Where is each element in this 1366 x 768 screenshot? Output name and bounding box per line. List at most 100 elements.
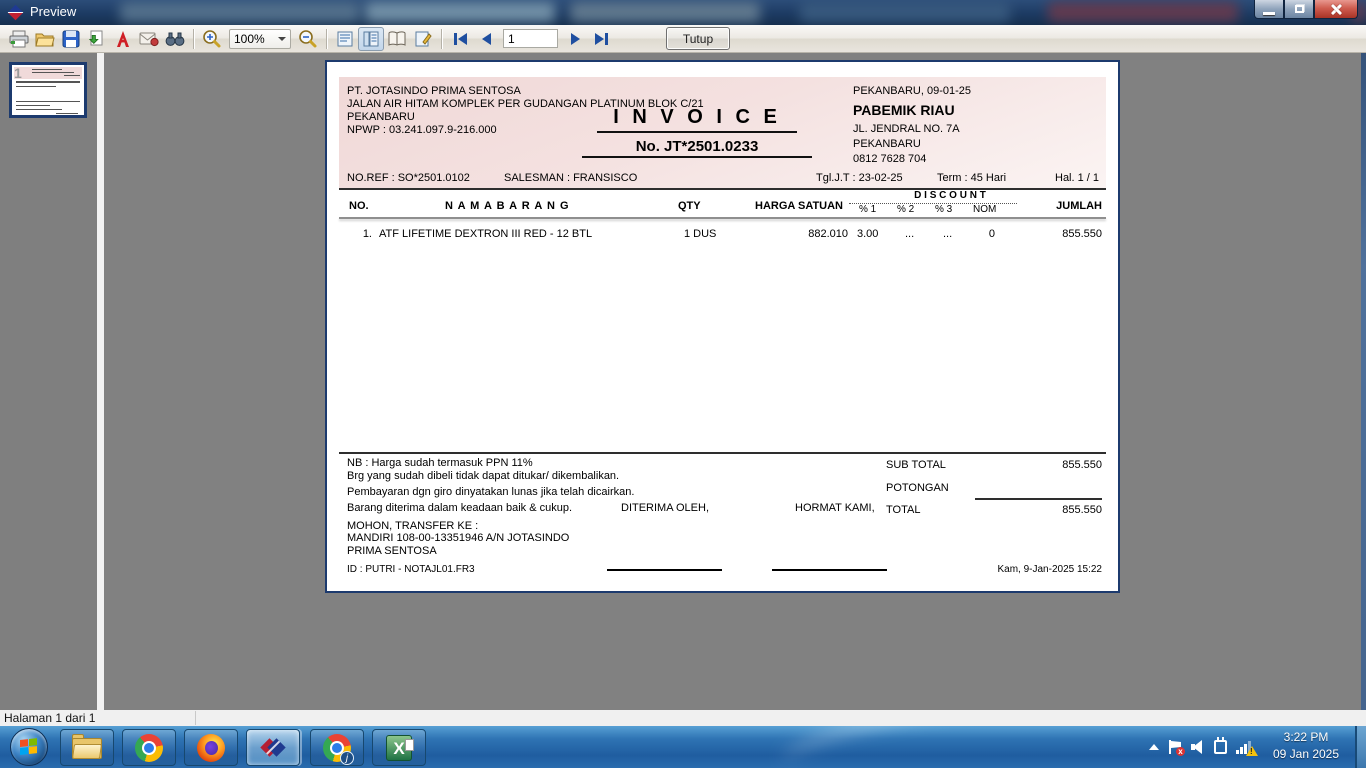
view-facing-icon xyxy=(387,30,407,48)
volume-icon[interactable] xyxy=(1191,740,1205,754)
save-button[interactable] xyxy=(58,27,84,51)
page-number-input[interactable] xyxy=(503,29,558,48)
blurred-region xyxy=(570,2,760,22)
first-page-button[interactable] xyxy=(447,27,473,51)
col-d2: % 2 xyxy=(897,204,914,215)
blurred-region xyxy=(120,2,360,22)
footer-divider xyxy=(339,452,1106,454)
subtotal-label: SUB TOTAL xyxy=(886,459,946,471)
zoom-in-icon xyxy=(202,29,222,49)
view-facing-button[interactable] xyxy=(384,27,410,51)
col-jumlah: JUMLAH xyxy=(1022,200,1102,212)
action-center-icon[interactable]: x xyxy=(1168,740,1182,754)
window-controls xyxy=(1254,0,1358,19)
window-title: Preview xyxy=(30,4,76,19)
view-edit-button[interactable] xyxy=(410,27,436,51)
restore-icon xyxy=(1295,5,1304,13)
blurred-region xyxy=(800,2,1010,22)
view-continuous-button[interactable] xyxy=(358,27,384,51)
company-name: PT. JOTASINDO PRIMA SENTOSA xyxy=(347,85,521,97)
save-icon xyxy=(62,30,80,48)
tutup-close-button[interactable]: Tutup xyxy=(666,27,730,50)
item-no: 1. xyxy=(349,228,372,240)
item-qty: 1 DUS xyxy=(684,228,716,240)
taskbar-firefox-button[interactable] xyxy=(184,729,238,766)
customer-city: PEKANBARU xyxy=(853,138,921,150)
binoculars-icon xyxy=(165,31,185,47)
open-folder-icon xyxy=(35,30,55,48)
col-d3: % 3 xyxy=(935,204,952,215)
item-disc1: 3.00 xyxy=(857,228,878,240)
next-page-button[interactable] xyxy=(562,27,588,51)
print-button[interactable] xyxy=(6,27,32,51)
taskbar: j X x 3:22 PM 09 Jan 2025 xyxy=(0,726,1366,768)
note-line: Pembayaran dgn giro dinyatakan lunas jik… xyxy=(347,486,634,498)
toolbar-separator xyxy=(326,29,327,49)
statusbar: Halaman 1 dari 1 xyxy=(0,710,1366,726)
zoom-out-icon xyxy=(298,29,318,49)
customer-phone: 0812 7628 704 xyxy=(853,153,926,165)
customer-address: JL. JENDRAL NO. 7A xyxy=(853,123,960,135)
minimize-button[interactable] xyxy=(1254,0,1284,19)
export-button[interactable] xyxy=(84,27,110,51)
page-thumbnail[interactable]: 1 xyxy=(9,62,87,118)
last-page-button[interactable] xyxy=(588,27,614,51)
prev-page-button[interactable] xyxy=(473,27,499,51)
total-label: TOTAL xyxy=(886,504,920,516)
show-desktop-button[interactable] xyxy=(1355,726,1366,768)
col-harga: HARGA SATUAN xyxy=(755,200,843,212)
show-hidden-icons-button[interactable] xyxy=(1149,744,1159,750)
note-line: NB : Harga sudah termasuk PPN 11% xyxy=(347,457,533,469)
edit-page-icon xyxy=(414,30,432,48)
windows-logo-icon xyxy=(20,738,38,756)
chrome-profile-icon: j xyxy=(323,734,351,762)
item-nom: 0 xyxy=(967,228,995,240)
taskbar-explorer-button[interactable] xyxy=(60,729,114,766)
titlebar: Preview xyxy=(0,0,1366,25)
ref-number: NO.REF : SO*2501.0102 xyxy=(347,172,470,184)
taskbar-excel-button[interactable]: X xyxy=(372,729,426,766)
operator-id: ID : PUTRI - NOTAJL01.FR3 xyxy=(347,564,475,575)
thumbnail-sidebar: 1 xyxy=(0,53,97,710)
export-page-icon xyxy=(88,30,106,48)
toolbar-separator xyxy=(441,29,442,49)
close-button[interactable] xyxy=(1314,0,1358,19)
taskbar-chrome-profile-button[interactable]: j xyxy=(310,729,364,766)
view-single-page-button[interactable] xyxy=(332,27,358,51)
taskbar-chrome-button[interactable] xyxy=(122,729,176,766)
taskbar-active-app-button[interactable] xyxy=(246,729,300,766)
blurred-region xyxy=(365,2,555,22)
open-button[interactable] xyxy=(32,27,58,51)
pdf-button[interactable] xyxy=(110,27,136,51)
mail-button[interactable] xyxy=(136,27,162,51)
col-d1: % 1 xyxy=(859,204,876,215)
received-by-label: DITERIMA OLEH, xyxy=(621,502,709,514)
find-button[interactable] xyxy=(162,27,188,51)
zoom-in-button[interactable] xyxy=(199,27,225,51)
sidebar-splitter[interactable] xyxy=(97,53,104,710)
network-status-icon[interactable] xyxy=(1236,740,1252,754)
taskbar-clock[interactable]: 3:22 PM 09 Jan 2025 xyxy=(1260,729,1352,763)
start-button[interactable] xyxy=(10,728,48,766)
clock-date: 09 Jan 2025 xyxy=(1260,746,1352,763)
chrome-profile-badge: j xyxy=(340,751,354,765)
page-count: Hal. 1 / 1 xyxy=(1055,172,1099,184)
restore-button[interactable] xyxy=(1284,0,1314,19)
invoice-date-place: PEKANBARU, 09-01-25 xyxy=(853,85,971,97)
table-header-underline xyxy=(339,217,1106,219)
excel-icon: X xyxy=(386,735,412,761)
last-page-icon xyxy=(595,33,608,45)
thumbnail-page-number: 1 xyxy=(14,65,22,81)
invoice-number: No. JT*2501.0233 xyxy=(582,138,812,158)
print-timestamp: Kam, 9-Jan-2025 15:22 xyxy=(952,564,1102,575)
term: Term : 45 Hari xyxy=(937,172,1006,184)
preview-content: 1 PT. JOTASINDO PRIMA SENTOSA JALAN AIR … xyxy=(0,53,1366,710)
customer-name: PABEMIK RIAU xyxy=(853,102,955,118)
power-plug-icon[interactable] xyxy=(1214,740,1227,754)
zoom-out-button[interactable] xyxy=(295,27,321,51)
company-city: PEKANBARU xyxy=(347,111,415,123)
zoom-level-select[interactable]: 100% xyxy=(229,29,291,49)
invoice-title: I N V O I C E xyxy=(597,106,797,133)
toolbar-separator xyxy=(193,29,194,49)
regards-label: HORMAT KAMI, xyxy=(795,502,875,514)
